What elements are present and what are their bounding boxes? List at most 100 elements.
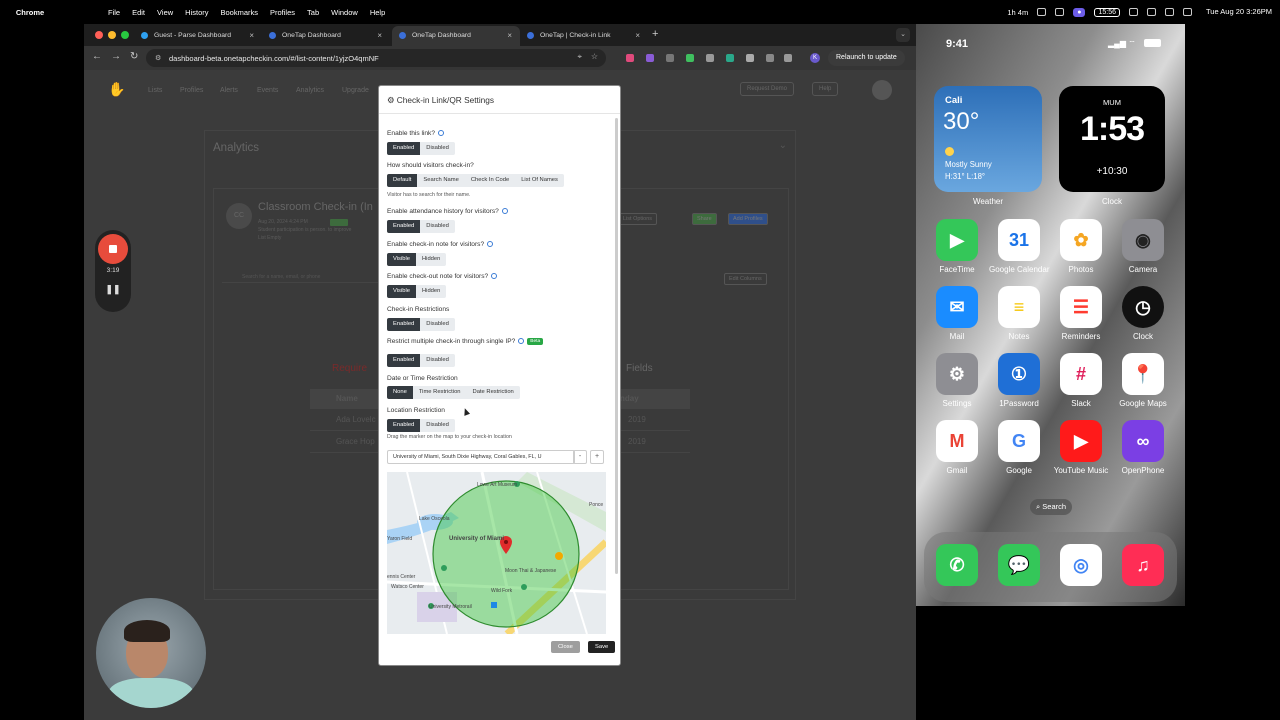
dock-app-chrome[interactable]: ◎ [1051, 544, 1111, 586]
maximize-window-icon[interactable] [121, 31, 129, 39]
extension-icon[interactable] [766, 54, 774, 62]
app-gmail[interactable]: M Gmail [927, 420, 987, 475]
option-disabled[interactable]: Disabled [420, 318, 455, 331]
browser-tab[interactable]: OneTap | Check-in Link × [520, 26, 648, 46]
minimize-window-icon[interactable] [108, 31, 116, 39]
option-disabled[interactable]: Disabled [420, 220, 455, 233]
nav-lists[interactable]: Lists [148, 87, 162, 94]
app-clock[interactable]: ◷ Clock [1113, 286, 1173, 341]
app-openphone[interactable]: ∞ OpenPhone [1113, 420, 1173, 475]
save-button[interactable]: Save [588, 641, 616, 653]
reload-icon[interactable]: ↻ [130, 51, 138, 62]
menubar-datetime[interactable]: Tue Aug 20 3:26PM [1206, 7, 1272, 16]
zoom-in-button[interactable]: + [590, 450, 604, 464]
option-date-restriction[interactable]: Date Restriction [466, 386, 520, 399]
url-field[interactable]: ⚙ dashboard-beta.onetapcheckin.com/#/lis… [146, 49, 606, 67]
clock-widget[interactable]: MUM 1:53 +10:30 [1059, 86, 1165, 192]
option-default[interactable]: Default [387, 174, 418, 187]
list-options-button[interactable]: List Options [618, 213, 658, 225]
webcam-bubble[interactable] [96, 598, 206, 708]
weather-widget[interactable]: Cali 30° Mostly Sunny H:31° L:18° [934, 86, 1042, 192]
menu-view[interactable]: View [157, 8, 173, 17]
app-camera[interactable]: ◉ Camera [1113, 219, 1173, 274]
nav-events[interactable]: Events [257, 87, 278, 94]
tab-close-icon[interactable]: × [507, 31, 512, 40]
menu-tab[interactable]: Tab [307, 8, 319, 17]
app-facetime[interactable]: ▶ FaceTime [927, 219, 987, 274]
new-tab-icon[interactable]: + [652, 28, 658, 40]
location-map[interactable]: Lowe Art Museum Lake Osceola University … [387, 472, 606, 634]
zoom-out-button[interactable]: - [573, 450, 587, 464]
dock-app-phone[interactable]: ✆ [927, 544, 987, 586]
nav-profiles[interactable]: Profiles [180, 87, 203, 94]
tab-close-icon[interactable]: × [377, 31, 382, 40]
option-visible[interactable]: Visible [387, 253, 416, 266]
extension-icon[interactable] [706, 54, 714, 62]
menu-edit[interactable]: Edit [132, 8, 145, 17]
timer-text[interactable]: 1h 4m [1007, 8, 1028, 17]
close-window-icon[interactable] [95, 31, 103, 39]
option-enabled[interactable]: Enabled [387, 220, 421, 233]
profile-avatar[interactable]: K [810, 53, 820, 63]
menu-bookmarks[interactable]: Bookmarks [221, 8, 259, 17]
option-disabled[interactable]: Disabled [420, 354, 455, 367]
app-google[interactable]: G Google [989, 420, 1049, 475]
screen-icon[interactable] [1055, 8, 1065, 16]
menu-help[interactable]: Help [370, 8, 385, 17]
option-enabled[interactable]: Enabled [387, 419, 421, 432]
close-button[interactable]: Close [551, 641, 580, 653]
option-time-restriction[interactable]: Time Restriction [412, 386, 467, 399]
app-youtube-music[interactable]: ▶ YouTube Music [1051, 420, 1111, 475]
pause-icon[interactable]: ❚❚ [95, 284, 131, 295]
edit-columns-button[interactable]: Edit Columns [724, 273, 767, 285]
option-disabled[interactable]: Disabled [420, 142, 455, 155]
moon-icon[interactable] [1147, 8, 1156, 16]
add-profiles-button[interactable]: Add Profiles [728, 213, 768, 225]
option-hidden[interactable]: Hidden [415, 253, 447, 266]
modal-scrollbar[interactable] [615, 118, 618, 574]
info-icon[interactable] [491, 273, 498, 279]
info-icon[interactable] [487, 241, 494, 247]
back-icon[interactable]: ← [92, 51, 102, 62]
help-button[interactable]: Help [812, 82, 839, 96]
option-disabled[interactable]: Disabled [420, 419, 455, 432]
location-search-input[interactable]: University of Miami, South Dixie Highway… [387, 450, 575, 464]
tab-close-icon[interactable]: × [635, 31, 640, 40]
info-icon[interactable] [518, 338, 525, 344]
browser-tab[interactable]: OneTap Dashboard × [262, 26, 390, 46]
option-search-name[interactable]: Search Name [417, 174, 465, 187]
browser-tab[interactable]: Guest - Parse Dashboard × [134, 26, 262, 46]
extension-icon[interactable] [626, 54, 634, 62]
app-slack[interactable]: # Slack [1051, 353, 1111, 408]
browser-tab-active[interactable]: OneTap Dashboard × [392, 26, 520, 46]
option-check-in-code[interactable]: Check In Code [464, 174, 516, 187]
option-enabled[interactable]: Enabled [387, 318, 421, 331]
extension-icon[interactable] [666, 54, 674, 62]
modal-body[interactable]: Enable this link? Enabled Disabled How s… [379, 114, 620, 634]
extension-icon[interactable] [726, 54, 734, 62]
spotlight-search-button[interactable]: ⌕ Search [1030, 499, 1072, 515]
app-notes[interactable]: ≡ Notes [989, 286, 1049, 341]
app-photos[interactable]: ✿ Photos [1051, 219, 1111, 274]
user-avatar[interactable] [872, 80, 892, 100]
extensions-puzzle-icon[interactable] [784, 54, 792, 62]
app-google-maps[interactable]: 📍 Google Maps [1113, 353, 1173, 408]
relaunch-button[interactable]: Relaunch to update [828, 50, 905, 66]
tab-search-chevron-icon[interactable]: ⌄ [896, 28, 910, 42]
nav-alerts[interactable]: Alerts [220, 87, 238, 94]
app-reminders[interactable]: ☰ Reminders [1051, 286, 1111, 341]
onetap-logo-icon[interactable]: ✋ [108, 81, 125, 98]
info-icon[interactable] [438, 130, 445, 136]
extension-icon[interactable] [686, 54, 694, 62]
app-mail[interactable]: ✉ Mail [927, 286, 987, 341]
option-visible[interactable]: Visible [387, 285, 416, 298]
location-icon[interactable]: ⌖ [577, 52, 582, 62]
stop-recording-button[interactable] [98, 234, 128, 264]
app-google-calendar[interactable]: 31 Google Calendar [989, 219, 1049, 274]
dock-app-music[interactable]: ♫ [1113, 544, 1173, 586]
tab-close-icon[interactable]: × [249, 31, 254, 40]
recorder-pill-icon[interactable]: ● [1073, 7, 1086, 17]
menu-window[interactable]: Window [331, 8, 358, 17]
menu-file[interactable]: File [108, 8, 120, 17]
option-hidden[interactable]: Hidden [415, 285, 447, 298]
